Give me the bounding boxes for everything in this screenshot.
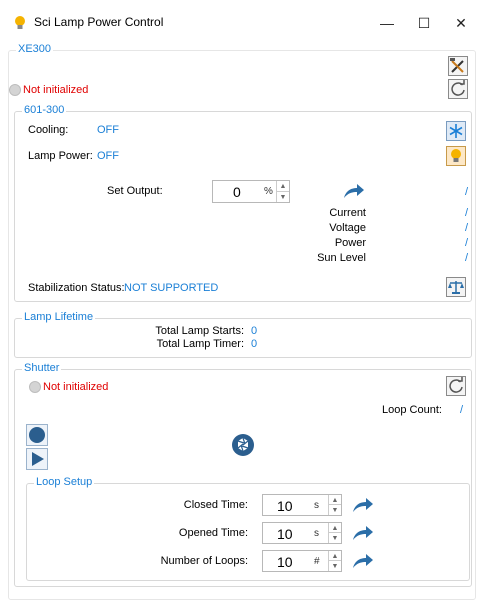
closed-time-label: Closed Time:: [183, 499, 248, 511]
maximize-button[interactable]: ☐: [406, 10, 442, 36]
cooling-label: Cooling:: [28, 124, 69, 136]
play-icon: [32, 452, 44, 466]
set-output-value: 0: [233, 184, 241, 200]
number-of-loops-apply-button[interactable]: [350, 550, 376, 572]
xe300-status-dot: [9, 84, 21, 96]
lamp-starts-value: 0: [251, 325, 258, 337]
lamp-power-button[interactable]: [446, 146, 466, 166]
close-button[interactable]: ✕: [443, 10, 479, 36]
loop-count-label: Loop Count:: [382, 404, 442, 416]
tools-button[interactable]: [448, 56, 468, 76]
number-of-loops-value: 10: [277, 554, 293, 570]
shutter-legend: Shutter: [22, 362, 62, 374]
voltage-value: /: [465, 222, 469, 234]
opened-time-value: 10: [277, 526, 293, 542]
number-of-loops-arrows[interactable]: ▲ ▼: [328, 551, 341, 571]
refresh-icon: [451, 80, 465, 96]
psu-legend: 601-300: [22, 104, 67, 116]
voltage-label: Voltage: [329, 222, 366, 234]
shutter-status-dot: [29, 381, 41, 393]
xe300-legend: XE300: [16, 43, 54, 55]
record-icon: [29, 427, 45, 443]
set-output-arrows[interactable]: ▲ ▼: [276, 181, 289, 202]
shutter-refresh-button[interactable]: [446, 376, 466, 396]
number-of-loops-unit: #: [314, 556, 320, 567]
closed-time-unit: s: [314, 500, 319, 511]
balance-scale-icon: [448, 281, 464, 294]
share-arrow-icon: [353, 498, 373, 512]
sun-level-value: /: [465, 252, 469, 264]
cooling-toggle-button[interactable]: [446, 121, 466, 141]
snowflake-icon: [449, 124, 463, 138]
closed-time-value: 10: [277, 498, 293, 514]
set-output-label: Set Output:: [107, 185, 163, 197]
lightbulb-icon: [451, 149, 461, 162]
lifetime-legend: Lamp Lifetime: [22, 311, 96, 323]
stabilization-value: NOT SUPPORTED: [124, 282, 219, 294]
current-value: /: [465, 207, 469, 219]
closed-time-spinner[interactable]: 10 s ▲ ▼: [262, 494, 342, 516]
loop-count-value: /: [460, 404, 464, 416]
psu-group: [14, 111, 472, 302]
stabilization-label: Stabilization Status:: [28, 282, 125, 294]
lamp-power-value: OFF: [97, 150, 119, 162]
set-output-apply-button[interactable]: [341, 180, 367, 202]
tools-icon: [450, 58, 464, 73]
share-arrow-icon: [344, 184, 364, 198]
sun-level-label: Sun Level: [317, 252, 366, 264]
set-output-readout: /: [465, 186, 469, 198]
lamp-starts-label: Total Lamp Starts:: [155, 325, 244, 337]
set-output-unit: %: [264, 186, 273, 197]
aperture-icon: [232, 434, 254, 456]
closed-time-apply-button[interactable]: [350, 494, 376, 516]
set-output-spinner[interactable]: 0 % ▲ ▼: [212, 180, 290, 203]
play-button[interactable]: [26, 448, 48, 470]
power-value: /: [465, 237, 469, 249]
opened-time-unit: s: [314, 528, 319, 539]
window-title: Sci Lamp Power Control: [34, 15, 164, 29]
current-label: Current: [329, 207, 366, 219]
xe300-refresh-button[interactable]: [448, 79, 468, 99]
shutter-status: Not initialized: [43, 381, 109, 393]
opened-time-apply-button[interactable]: [350, 522, 376, 544]
lamp-timer-label: Total Lamp Timer:: [156, 338, 244, 350]
share-arrow-icon: [353, 526, 373, 540]
lightbulb-icon: [15, 16, 25, 29]
opened-time-label: Opened Time:: [178, 527, 248, 539]
refresh-icon: [449, 377, 463, 393]
lamp-timer-value: 0: [251, 338, 258, 350]
closed-time-arrows[interactable]: ▲ ▼: [328, 495, 341, 515]
share-arrow-icon: [353, 554, 373, 568]
loop-setup-group: [26, 483, 470, 581]
opened-time-spinner[interactable]: 10 s ▲ ▼: [262, 522, 342, 544]
power-label: Power: [334, 237, 366, 249]
xe300-status: Not initialized: [23, 84, 89, 96]
stabilization-button[interactable]: [446, 277, 466, 297]
number-of-loops-label: Number of Loops:: [160, 555, 248, 567]
number-of-loops-spinner[interactable]: 10 # ▲ ▼: [262, 550, 342, 572]
minimize-button[interactable]: —: [369, 10, 405, 36]
cooling-value: OFF: [97, 124, 119, 136]
lamp-power-label: Lamp Power:: [28, 150, 93, 162]
record-button[interactable]: [26, 424, 48, 446]
title-bar: Sci Lamp Power Control — ☐ ✕: [0, 0, 482, 44]
loop-setup-legend: Loop Setup: [34, 476, 95, 488]
opened-time-arrows[interactable]: ▲ ▼: [328, 523, 341, 543]
